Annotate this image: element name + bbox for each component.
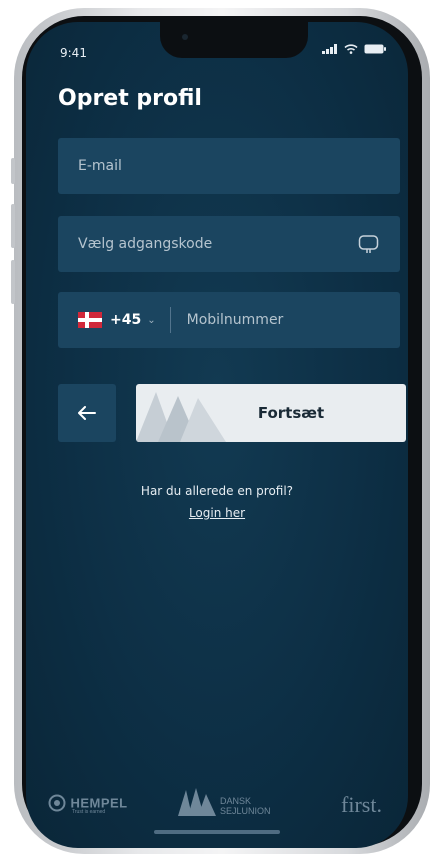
country-code[interactable]: +45 [110,312,141,328]
already-have-profile-text: Har du allerede en profil? [140,484,294,498]
login-link[interactable]: Login her [26,506,408,520]
volume-up-button [11,204,15,248]
back-button[interactable] [58,384,116,442]
first-logo: first. [341,792,382,817]
status-time: 9:41 [60,46,87,60]
signal-icon [322,44,337,54]
notch [160,22,308,58]
chevron-down-icon[interactable]: ⌄ [147,315,155,326]
dansk-sejlunion-logo: DANSK SEJLUNION [176,786,271,823]
show-password-icon[interactable] [358,234,380,256]
mute-switch [11,158,15,184]
password-field[interactable]: Vælg adgangskode [58,216,400,272]
phone-field: +45 ⌄ Mobilnummer [58,292,400,348]
status-icons [322,44,386,54]
volume-down-button [11,260,15,304]
arrow-left-icon [78,406,96,420]
camera-dot [182,34,188,40]
sponsor-logos: HEMPEL Trust is earned DANSK SEJLUNION f… [26,784,408,824]
page-title: Opret profil [58,86,202,111]
continue-button[interactable]: Fortsæt [136,384,406,442]
hempel-tagline: Trust is earned [72,809,106,815]
continue-label: Fortsæt [257,404,325,422]
hempel-logo: HEMPEL Trust is earned [48,794,128,815]
password-placeholder: Vælg adgangskode [78,236,213,252]
sail-logo-icon [178,788,216,816]
app-screen: 9:41 Opret profil E-mail Vælg adgangskod… [26,22,408,848]
field-divider [169,307,171,333]
email-field[interactable]: E-mail [58,138,400,194]
denmark-flag-icon[interactable] [78,312,102,328]
dansk-line2: SEJLUNION [220,806,271,816]
dansk-line1: DANSK [220,796,252,806]
mobile-number-input[interactable]: Mobilnummer [187,312,284,328]
battery-icon [364,44,386,54]
sails-watermark-icon [136,392,226,442]
hempel-ring-icon [48,794,66,812]
wifi-icon [344,44,358,54]
home-indicator [154,830,280,834]
email-placeholder: E-mail [78,158,122,174]
